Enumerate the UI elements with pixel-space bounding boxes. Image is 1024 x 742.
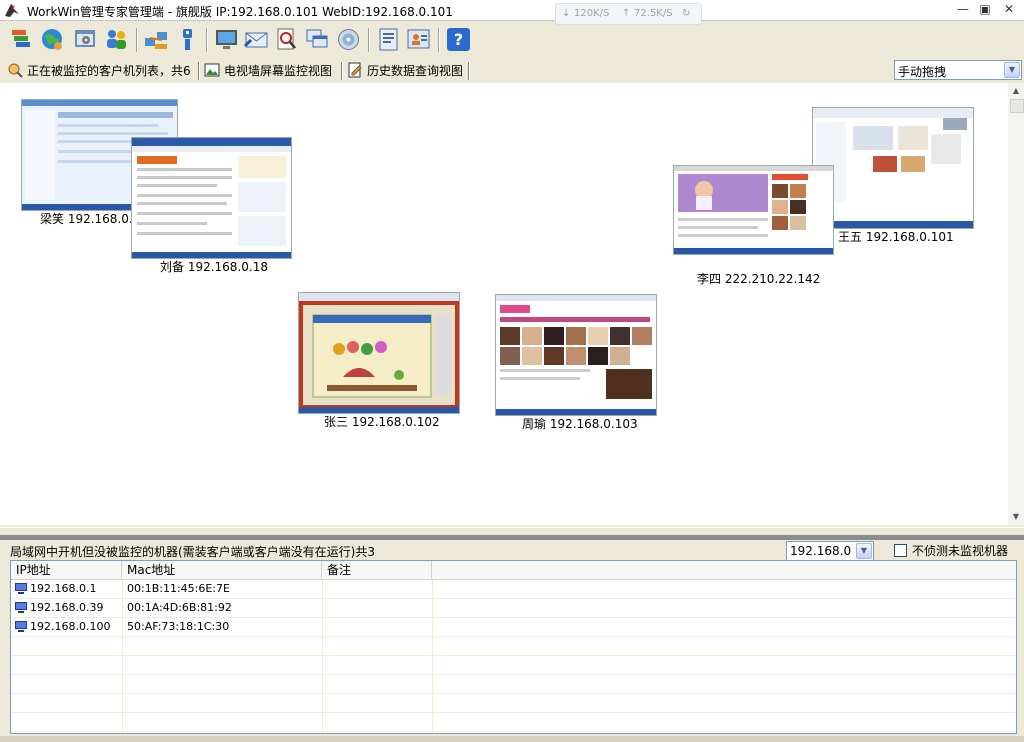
document-search-icon[interactable] — [273, 26, 300, 53]
search-user-icon — [8, 63, 23, 78]
client-screen-thumbnail[interactable] — [495, 294, 657, 416]
download-speed: 72.5K/S — [634, 8, 673, 19]
tv-wall-canvas[interactable]: 梁笑 192.168.0. 刘备 192.168.0.18 王五 192.168… — [0, 83, 1008, 525]
chevron-down-icon[interactable]: ▼ — [856, 543, 872, 559]
table-row — [11, 713, 1016, 732]
monitor-icon[interactable] — [213, 26, 240, 53]
table-row[interactable]: 192.168.0.39 00:1A:4D:6B:81:92 — [11, 599, 1016, 618]
windows-icon[interactable] — [304, 26, 331, 53]
globe-icon[interactable] — [39, 26, 66, 53]
unmonitored-machines-list[interactable]: IP地址 Mac地址 备注 192.168.0.1 00:1B:11:45:6E:… — [10, 560, 1017, 734]
report-icon[interactable] — [375, 26, 402, 53]
upload-speed: 120K/S — [574, 8, 610, 19]
table-row — [11, 656, 1016, 675]
view-tabs: 正在被监控的客户机列表，共6 电视墙屏幕监控视图 历史数据查询视图 手动拖拽 ▼ — [0, 60, 1024, 82]
help-icon[interactable]: ? — [445, 26, 472, 53]
close-button[interactable]: ✕ — [999, 1, 1019, 17]
users-icon[interactable] — [103, 26, 130, 53]
tab-history-query[interactable]: 历史数据查询视图 — [347, 60, 463, 80]
cell-ip: 192.168.0.100 — [30, 620, 111, 633]
table-row[interactable]: 192.168.0.1 00:1B:11:45:6E:7E — [11, 580, 1016, 599]
upload-arrow-icon: ↓ — [562, 8, 571, 19]
refresh-icon[interactable]: ↻ — [682, 8, 690, 19]
cell-ip: 192.168.0.39 — [30, 601, 104, 614]
column-header-note[interactable]: 备注 — [322, 561, 432, 579]
picture-icon — [204, 63, 220, 77]
scroll-up-icon[interactable]: ▲ — [1008, 83, 1024, 99]
toolbar-separator — [438, 28, 440, 52]
client-label: 周瑜 192.168.0.103 — [522, 417, 638, 431]
app-logo-icon — [5, 4, 19, 17]
table-row — [11, 694, 1016, 713]
tab-separator — [468, 62, 470, 80]
title-bar: WorkWin管理专家管理端 - 旗舰版 IP:192.168.0.101 We… — [0, 0, 1024, 25]
settings-window-icon[interactable] — [72, 26, 99, 53]
network-speed-indicator: ↓ 120K/S ↑ 72.5K/S ↻ — [555, 3, 702, 25]
tab-separator — [341, 62, 343, 80]
info-icon[interactable] — [174, 26, 201, 53]
status-bar — [0, 736, 1024, 742]
client-screen-thumbnail[interactable] — [131, 137, 292, 259]
tv-wall-scrollbar[interactable]: ▲ ▼ — [1008, 83, 1024, 525]
restore-button[interactable]: ▣ — [975, 1, 995, 17]
mail-icon[interactable] — [243, 26, 270, 53]
client-label: 李四 222.210.22.142 — [697, 272, 821, 286]
computer-icon — [15, 583, 27, 594]
cell-ip: 192.168.0.1 — [30, 582, 97, 595]
svg-text:?: ? — [454, 30, 463, 49]
checkbox-box[interactable] — [894, 544, 907, 557]
table-row — [11, 637, 1016, 656]
client-screen-thumbnail[interactable] — [673, 165, 834, 255]
toolbar: ? — [0, 25, 1024, 57]
skip-detect-checkbox[interactable]: 不侦测未监视机器 — [894, 542, 1008, 559]
list-header: IP地址 Mac地址 备注 — [11, 561, 1016, 580]
window-title: WorkWin管理专家管理端 - 旗舰版 IP:192.168.0.101 We… — [27, 5, 453, 19]
subnet-select[interactable]: 192.168.0 ▼ — [786, 541, 874, 561]
table-row[interactable]: 192.168.0.100 50:AF:73:18:1C:30 — [11, 618, 1016, 637]
panel-splitter[interactable] — [0, 527, 1024, 541]
scroll-down-icon[interactable]: ▼ — [1008, 509, 1024, 525]
chevron-down-icon[interactable]: ▼ — [1004, 62, 1020, 78]
computer-icon — [15, 621, 27, 632]
client-label: 梁笑 192.168.0. — [40, 212, 133, 226]
table-row — [11, 675, 1016, 694]
cell-mac: 50:AF:73:18:1C:30 — [127, 620, 230, 633]
toolbar-separator — [136, 28, 138, 52]
client-label: 张三 192.168.0.102 — [324, 415, 440, 429]
tab-client-list[interactable]: 正在被监控的客户机列表，共6 — [7, 60, 191, 80]
client-label: 刘备 192.168.0.18 — [160, 260, 268, 274]
edit-document-icon — [348, 62, 362, 78]
cell-mac: 00:1B:11:45:6E:7E — [127, 582, 230, 595]
column-header-ip[interactable]: IP地址 — [11, 561, 122, 579]
cell-mac: 00:1A:4D:6B:81:92 — [127, 601, 232, 614]
minimize-button[interactable]: — — [953, 1, 973, 17]
client-screen-thumbnail[interactable] — [298, 292, 460, 414]
scroll-thumb[interactable] — [1010, 99, 1024, 113]
network-icon[interactable] — [143, 26, 170, 53]
toolbar-separator — [368, 28, 370, 52]
client-label: 王五 192.168.0.101 — [838, 230, 954, 244]
disc-icon[interactable] — [335, 26, 362, 53]
user-card-icon[interactable] — [405, 26, 432, 53]
tab-separator — [198, 62, 200, 80]
computer-icon — [15, 602, 27, 613]
download-arrow-icon: ↑ — [622, 8, 631, 19]
column-header-mac[interactable]: Mac地址 — [122, 561, 322, 579]
unmonitored-machines-title: 局域网中开机但没被监控的机器(需装客户端或客户端没有在运行)共3 — [10, 545, 376, 559]
client-screen-thumbnail[interactable] — [812, 107, 974, 229]
stack-icon[interactable] — [8, 26, 35, 53]
arrange-mode-select[interactable]: 手动拖拽 ▼ — [894, 60, 1022, 80]
tab-tv-wall[interactable]: 电视墙屏幕监控视图 — [204, 60, 332, 80]
toolbar-separator — [206, 28, 208, 52]
